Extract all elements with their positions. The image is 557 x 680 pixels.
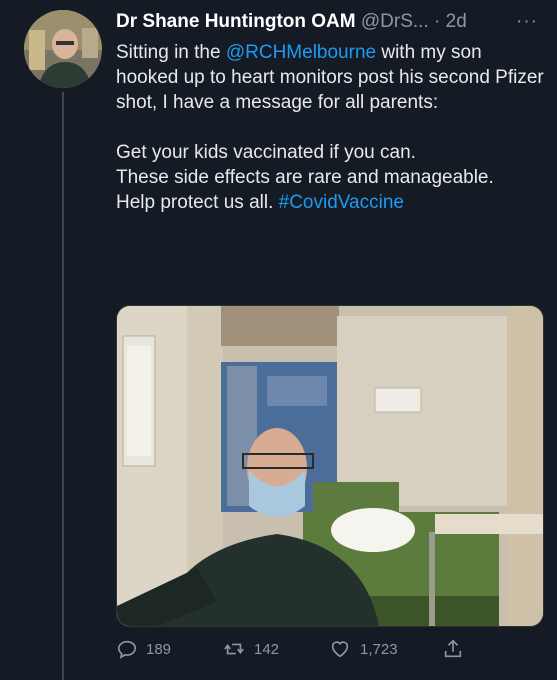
text-segment: Sitting in the — [116, 42, 226, 63]
text-segment: Help protect us all. — [116, 192, 279, 213]
thread-line — [62, 92, 64, 680]
tweet-actions: 189 142 1,723 — [116, 636, 546, 666]
more-options-icon[interactable]: ··· — [516, 10, 538, 34]
retweet-button[interactable]: 142 — [222, 636, 279, 662]
mention-link[interactable]: @RCHMelbourne — [226, 42, 376, 63]
reply-button[interactable]: 189 — [116, 636, 171, 662]
retweet-count: 142 — [254, 640, 280, 658]
reply-count: 189 — [146, 640, 172, 658]
tweet-photo[interactable] — [116, 305, 544, 627]
separator-dot: · — [434, 11, 441, 32]
tweet-paragraph-1: Sitting in the @RCHMelbourne with my son… — [116, 40, 546, 115]
tweet-line-vaccinate: Get your kids vaccinated if you can. — [116, 142, 416, 163]
tweet-line-protect: Help protect us all. #CovidVaccine — [116, 190, 546, 215]
retweet-icon — [224, 643, 244, 655]
tweet-text: Sitting in the @RCHMelbourne with my son… — [116, 40, 546, 215]
reply-icon — [117, 640, 137, 659]
avatar-image — [24, 10, 102, 88]
tweet: Dr Shane Huntington OAM @DrS... · 2d ···… — [0, 0, 557, 680]
share-icon — [444, 639, 462, 658]
author-handle[interactable]: @DrS... — [361, 11, 429, 32]
hashtag-link[interactable]: #CovidVaccine — [279, 192, 404, 213]
avatar[interactable] — [24, 10, 102, 88]
tweet-header: Dr Shane Huntington OAM @DrS... · 2d ··· — [116, 10, 546, 36]
tweet-line-side-effects: These side effects are rare and manageab… — [116, 167, 494, 188]
like-button[interactable]: 1,723 — [328, 636, 398, 662]
like-icon — [331, 641, 349, 658]
photo-hospital-room — [117, 306, 543, 626]
share-button[interactable] — [442, 636, 472, 662]
author-name[interactable]: Dr Shane Huntington OAM — [116, 11, 356, 32]
timestamp[interactable]: 2d — [446, 11, 467, 32]
like-count: 1,723 — [360, 640, 398, 658]
